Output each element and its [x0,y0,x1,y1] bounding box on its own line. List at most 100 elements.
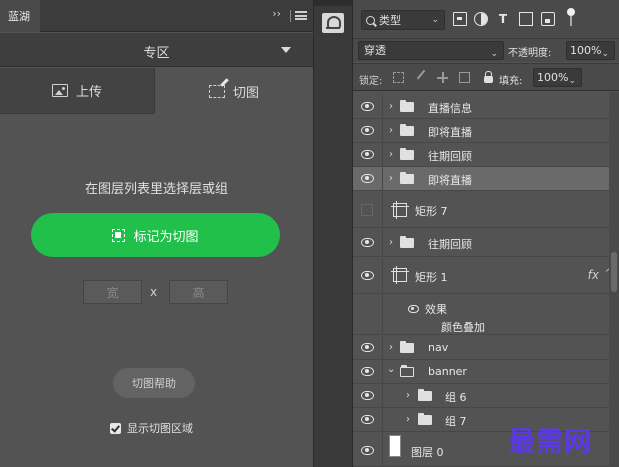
layer-row[interactable]: › 直播信息 [353,95,619,119]
visibility-column[interactable] [353,258,383,293]
expand-arrow-icon[interactable]: › [389,149,393,160]
tab-slice[interactable]: 切图 [155,68,313,114]
layer-row[interactable]: › nav [353,336,619,360]
layer-row[interactable]: › 即将直播 [353,119,619,143]
visibility-column[interactable] [353,384,383,407]
scrollbar-thumb[interactable] [611,252,617,292]
tab-slice-label: 切图 [232,85,259,101]
eye-icon[interactable] [361,271,374,280]
times-separator: x [150,285,158,299]
eye-icon[interactable] [361,367,374,376]
type-layer-filter-icon[interactable]: T [496,12,510,26]
visibility-column[interactable] [353,192,383,227]
smart-object-filter-icon[interactable] [541,12,555,26]
fx-icon[interactable]: fx [588,268,599,282]
expand-arrow-icon[interactable]: › [389,173,393,184]
layer-row[interactable]: 矩形 7 [353,192,619,228]
eye-icon[interactable] [361,446,374,455]
effects-row[interactable]: 效果 颜色叠加 [353,295,619,335]
folder-icon [400,148,414,160]
collapse-panel-icon[interactable]: ›› [272,7,281,20]
panel-titlebar: 蓝湖 ›› [0,0,313,32]
layer-row-selected[interactable]: › 即将直播 [353,167,619,191]
filter-toggle-icon[interactable] [567,8,575,28]
pixel-layer-filter-icon[interactable] [453,12,467,26]
tab-upload[interactable]: 上传 [0,68,155,114]
collapse-arrow-icon[interactable]: ⌄ [387,364,395,375]
visibility-column[interactable] [353,119,383,142]
dock-grip[interactable] [314,0,352,6]
layer-name: 矩形 7 [415,205,448,218]
panel-menu-icon[interactable] [295,11,307,20]
layers-panel: 类型 ⌄ T 穿透 ⌄ 不透明度: 100% ⌄ 锁定: 填充: 100% ⌄ [353,0,619,467]
visibility-column[interactable] [353,336,383,359]
height-field[interactable]: 高 [169,280,228,304]
eye-icon[interactable] [361,391,374,400]
layer-name: banner [428,365,467,378]
layer-list: › 直播信息 › 即将直播 › 往期回顾 › 即将直播 矩形 7 › 往期回顾 … [353,92,619,467]
expand-arrow-icon[interactable]: › [389,342,393,353]
expand-arrow-icon[interactable]: › [389,237,393,248]
shape-layer-filter-icon[interactable] [519,12,533,26]
blend-mode-select[interactable]: 穿透 ⌄ [358,41,504,60]
expand-arrow-icon[interactable]: › [389,125,393,136]
lock-image-pixels-icon[interactable] [416,69,433,86]
slice-help-button[interactable]: 切图帮助 [113,368,195,398]
eye-icon[interactable] [361,102,374,111]
adjustment-layer-filter-icon[interactable] [474,12,488,26]
visibility-column[interactable] [353,432,383,466]
lanhu-plugin-icon[interactable] [322,13,344,33]
select-layer-hint: 在图层列表里选择层或组 [84,182,228,197]
layer-name: 即将直播 [428,174,472,187]
visibility-column[interactable] [353,360,383,383]
visibility-column[interactable] [353,408,383,431]
width-field[interactable]: 宽 [83,280,142,304]
show-slice-area-checkbox[interactable] [110,422,121,434]
eye-icon[interactable] [361,174,374,183]
layer-name: 图层 0 [411,446,444,459]
lock-position-icon[interactable] [437,72,448,83]
zone-dropdown[interactable]: 专区 [0,33,313,67]
color-overlay-label[interactable]: 颜色叠加 [441,319,485,335]
show-slice-area-label: 显示切图区域 [127,422,193,435]
hidden-visibility-box[interactable] [361,204,373,216]
chevron-down-icon: ⌄ [568,76,576,86]
effects-entry[interactable]: 效果 [408,301,447,317]
layer-name: 矩形 1 [415,271,448,284]
expand-arrow-icon[interactable]: › [389,101,393,112]
fill-field[interactable]: 100% ⌄ [533,68,582,87]
layer-thumbnail [389,435,401,457]
panel-tab-title[interactable]: 蓝湖 [8,8,30,24]
expand-arrow-icon[interactable]: › [406,414,410,425]
eye-icon[interactable] [361,126,374,135]
layer-row[interactable]: › 往期回顾 [353,229,619,257]
eye-icon[interactable] [361,415,374,424]
blend-bar: 穿透 ⌄ 不透明度: 100% ⌄ [353,38,619,62]
layer-row[interactable]: › 组 6 [353,384,619,408]
visibility-column[interactable] [353,95,383,118]
opacity-label: 不透明度: [508,48,552,59]
visibility-column[interactable] [353,229,383,256]
layer-row[interactable]: › 往期回顾 [353,143,619,167]
lock-transparent-pixels-icon[interactable] [393,72,404,83]
lock-all-icon[interactable] [484,71,493,83]
layer-row[interactable]: ⌄ banner [353,360,619,384]
mark-as-slice-button[interactable]: 标记为切图 [31,213,280,257]
expand-arrow-icon[interactable]: › [406,390,410,401]
filter-kind-select[interactable]: 类型 ⌄ [361,10,445,30]
show-slice-area-toggle[interactable]: 显示切图区域 [110,420,193,436]
eye-icon[interactable] [361,238,374,247]
lock-artboard-icon[interactable] [459,72,470,83]
eye-icon[interactable] [361,343,374,352]
layer-row[interactable]: 矩形 1 fx ^ [353,258,619,294]
mode-tabs: 上传 切图 [0,68,313,114]
visibility-column[interactable] [353,167,383,190]
watermark: 最需网 [508,427,592,458]
opacity-field[interactable]: 100% ⌄ [566,41,615,60]
eye-icon[interactable] [361,150,374,159]
effects-eye-icon[interactable] [408,305,419,313]
visibility-column[interactable] [353,143,383,166]
lock-bar: 锁定: 填充: 100% ⌄ [353,63,619,91]
layers-scrollbar[interactable] [609,92,619,467]
fill-value: 100% [537,71,569,84]
